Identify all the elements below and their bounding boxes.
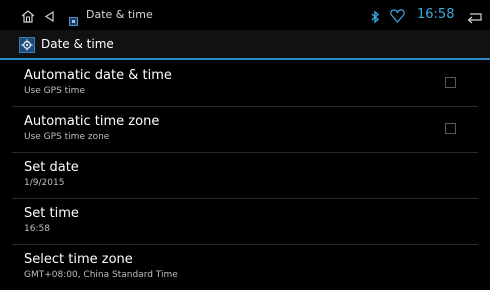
setting-title: Set date (24, 160, 79, 175)
setting-title: Set time (24, 206, 79, 221)
heart-icon (390, 8, 405, 27)
notification-title: Date & time (86, 8, 153, 21)
setting-subtitle: Use GPS time (24, 86, 85, 96)
setting-select-time-zone[interactable]: Select time zone GMT+08:00, China Standa… (12, 244, 478, 290)
settings-app-icon (69, 11, 78, 30)
home-icon[interactable] (20, 8, 36, 27)
setting-automatic-date-time[interactable]: Automatic date & time Use GPS time (12, 60, 478, 107)
setting-title: Select time zone (24, 252, 133, 267)
setting-title: Automatic date & time (24, 68, 172, 83)
status-clock: 16:58 (417, 7, 455, 22)
setting-subtitle: 1/9/2015 (24, 178, 65, 188)
gear-icon[interactable] (19, 37, 35, 57)
setting-set-date[interactable]: Set date 1/9/2015 (12, 152, 478, 199)
setting-set-time[interactable]: Set time 16:58 (12, 198, 478, 245)
setting-subtitle: Use GPS time zone (24, 132, 110, 142)
return-icon[interactable] (466, 9, 484, 28)
bluetooth-icon (370, 9, 380, 28)
page-title: Date & time (41, 37, 114, 51)
setting-subtitle: GMT+08:00, China Standard Time (24, 270, 178, 280)
back-icon[interactable] (43, 8, 56, 27)
status-bar: Date & time 16:58 (0, 0, 490, 30)
setting-title: Automatic time zone (24, 114, 160, 129)
automatic-time-zone-checkbox[interactable] (445, 123, 456, 134)
setting-subtitle: 16:58 (24, 224, 50, 234)
automatic-date-time-checkbox[interactable] (445, 77, 456, 88)
setting-automatic-time-zone[interactable]: Automatic time zone Use GPS time zone (12, 106, 478, 153)
